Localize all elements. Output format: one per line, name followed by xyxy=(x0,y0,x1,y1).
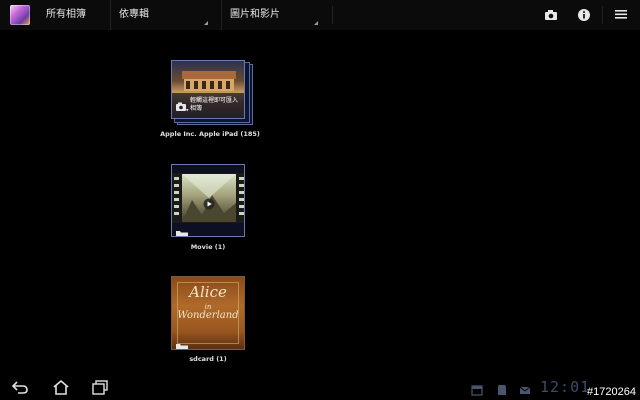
album-label: sdcard (1) xyxy=(189,355,227,363)
mail-icon xyxy=(519,381,531,394)
dropdown-indicator-icon xyxy=(204,21,208,25)
tab-by-album-label: 依專輯 xyxy=(119,9,149,20)
info-icon[interactable] xyxy=(576,7,592,23)
home-icon[interactable] xyxy=(52,379,70,395)
status-clock: 12:01 xyxy=(540,378,591,396)
watermark-id: #1720264 xyxy=(587,386,636,398)
play-icon xyxy=(203,195,215,210)
menu-icon[interactable] xyxy=(613,7,629,23)
tab-all-albums-label: 所有相簿 xyxy=(46,9,86,20)
action-bar: 所有相簿 依專輯 圖片和影片 xyxy=(0,0,640,30)
album-movie[interactable]: Movie (1) xyxy=(170,164,250,256)
sd-card-icon xyxy=(496,381,508,395)
album-thumbnail: Alice in Wonderland xyxy=(171,276,245,350)
album-thumbnail: 輕觸這裡即可匯入相簿 xyxy=(171,60,245,119)
recent-apps-icon[interactable] xyxy=(91,379,109,395)
action-divider xyxy=(602,6,603,24)
album-label: Apple Inc. Apple iPad (185) xyxy=(160,130,260,138)
tab-photos-videos[interactable]: 圖片和影片 xyxy=(221,0,321,30)
tab-by-album[interactable]: 依專輯 xyxy=(110,0,211,30)
cover-text-alice: Alice xyxy=(189,283,227,301)
tab-photos-videos-label: 圖片和影片 xyxy=(230,9,280,20)
tab-divider xyxy=(332,6,333,24)
import-hint-text: 輕觸這裡即可匯入相簿 xyxy=(190,97,239,112)
calendar-icon xyxy=(471,381,483,396)
tab-all-albums[interactable]: 所有相簿 xyxy=(38,0,110,30)
cover-text-wonderland: Wonderland xyxy=(177,310,239,321)
album-label: Movie (1) xyxy=(190,243,226,251)
folder-icon xyxy=(175,337,189,349)
back-icon[interactable] xyxy=(11,379,29,395)
camera-import-icon xyxy=(175,98,189,112)
album-sdcard[interactable]: Alice in Wonderland sdcard (1) xyxy=(170,276,250,368)
dropdown-indicator-icon xyxy=(314,21,318,25)
camera-icon[interactable] xyxy=(543,7,559,23)
folder-icon xyxy=(175,224,189,236)
gallery-app-icon[interactable] xyxy=(10,5,30,25)
album-thumbnail xyxy=(171,164,245,237)
album-apple-ipad[interactable]: 輕觸這裡即可匯入相簿 Apple Inc. Apple iPad (185) xyxy=(160,60,260,142)
